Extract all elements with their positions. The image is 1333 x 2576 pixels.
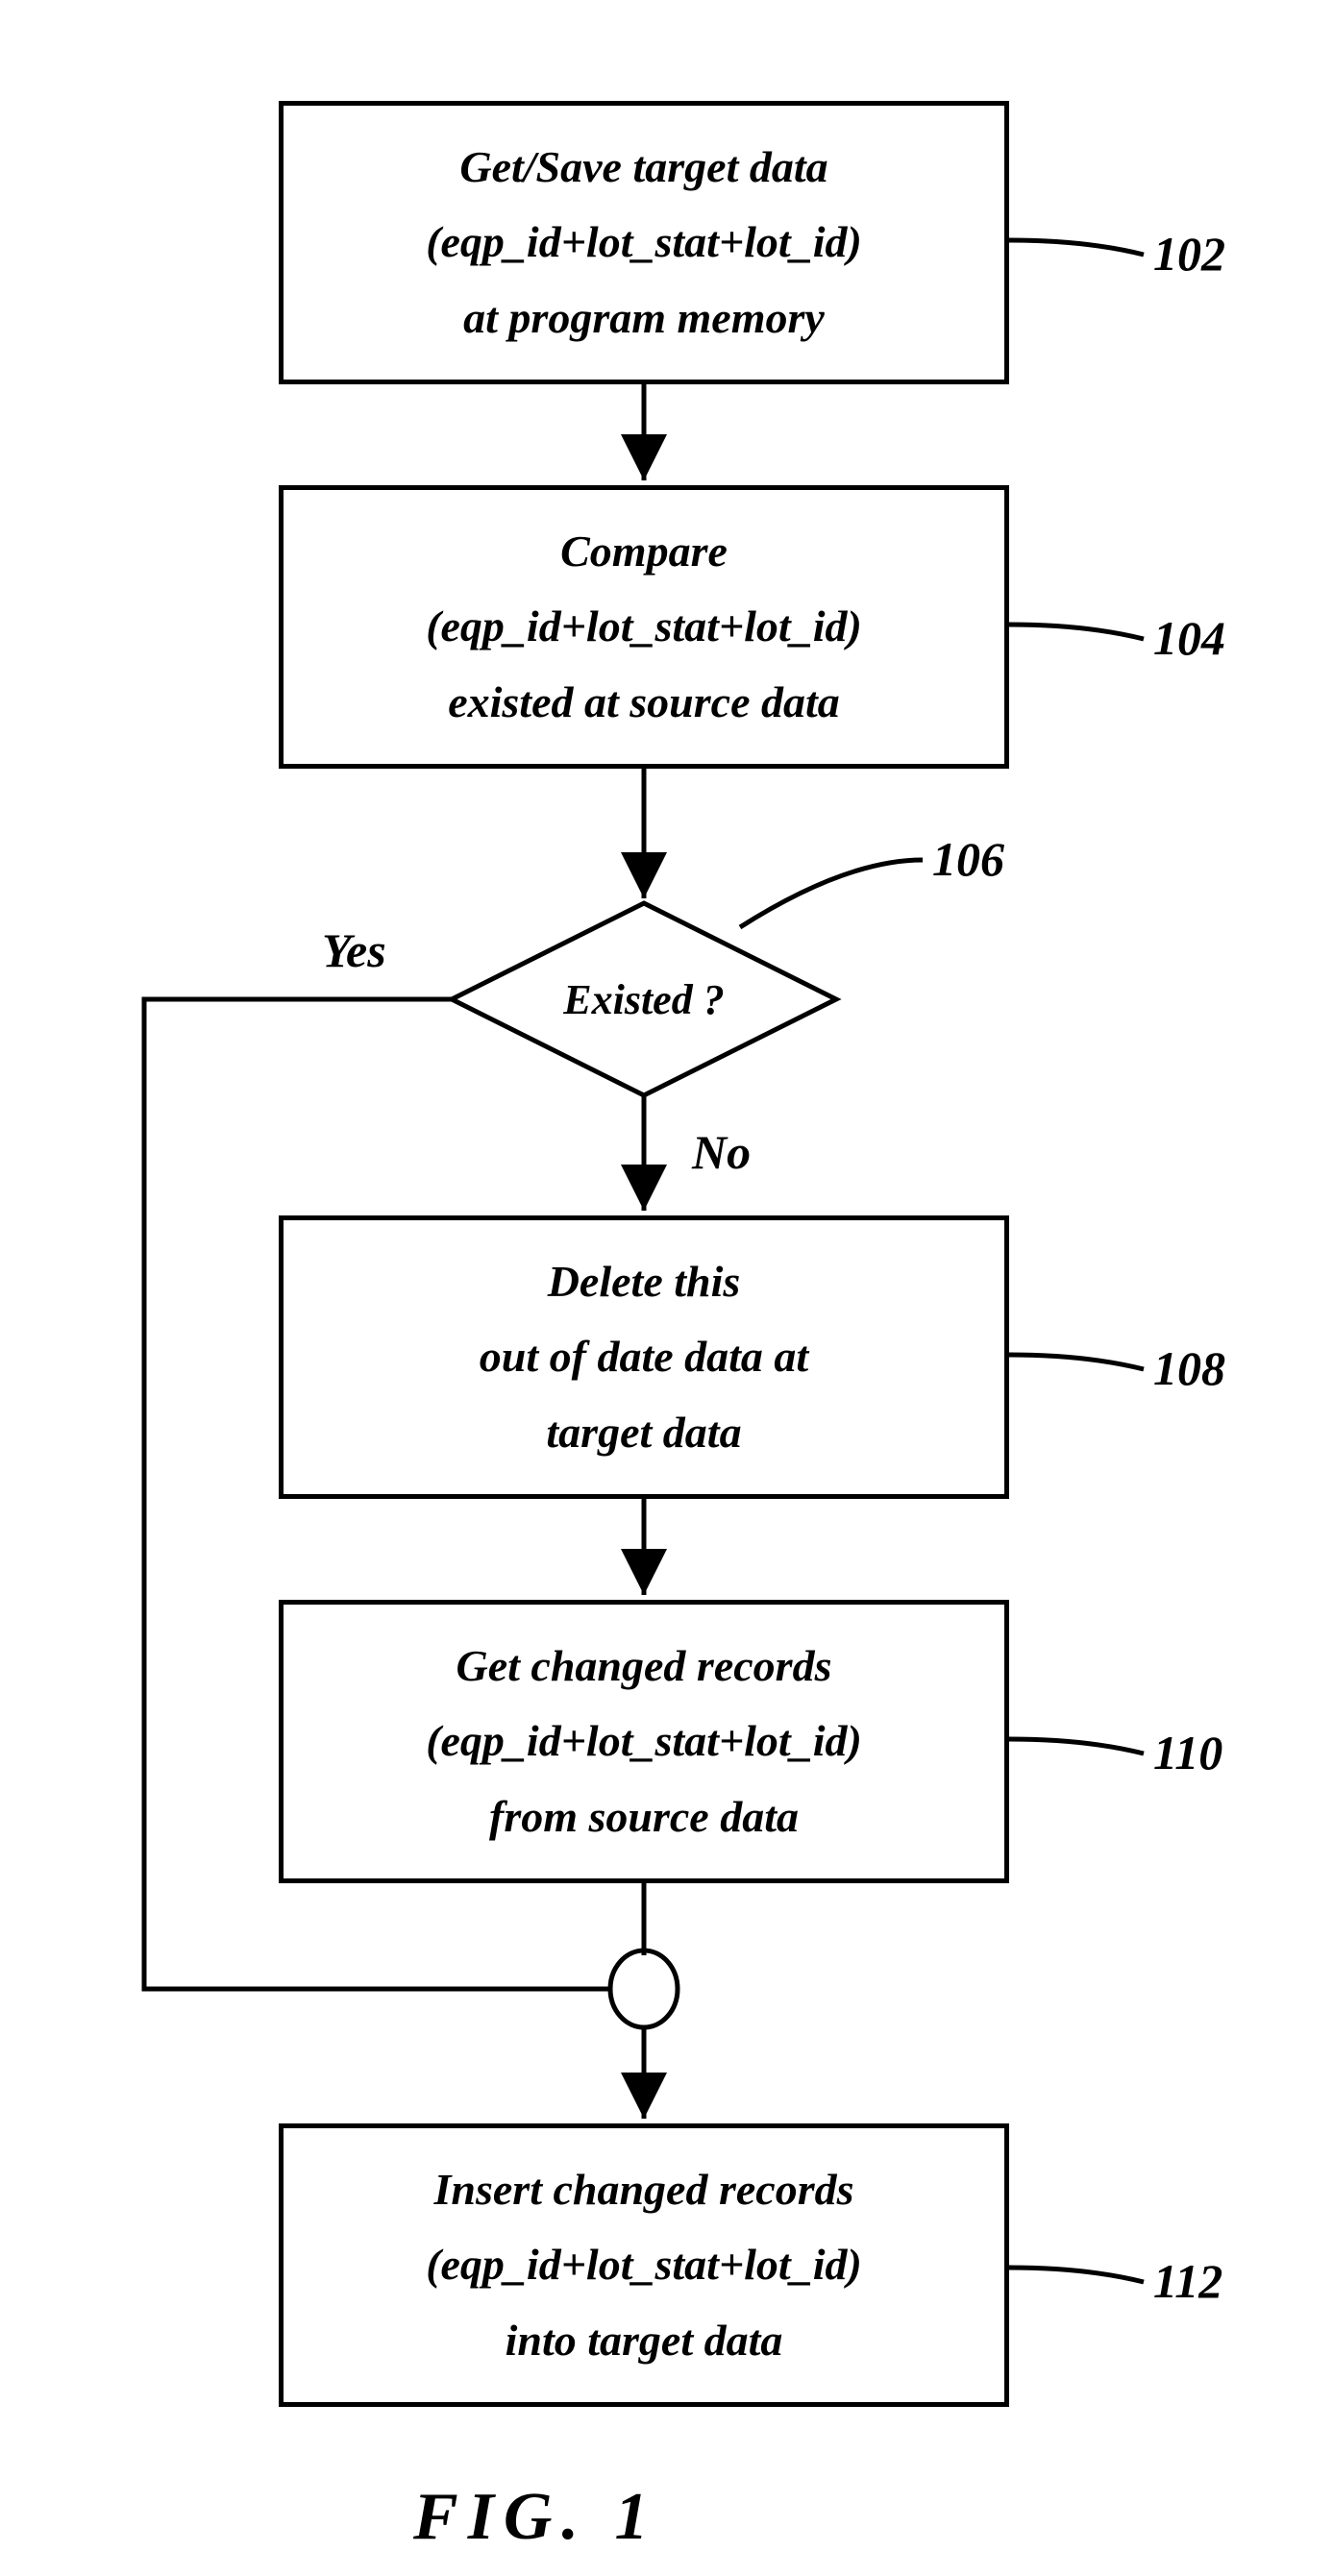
node-102-line2: (eqp_id+lot_stat+lot_id) [426,205,862,280]
node-102: Get/Save target data (eqp_id+lot_stat+lo… [279,101,1009,384]
node-110: Get changed records (eqp_id+lot_stat+lot… [279,1600,1009,1883]
leader-102 [1009,240,1144,255]
node-108-line1: Delete this [548,1244,741,1319]
leader-108 [1009,1355,1144,1369]
node-112-line2: (eqp_id+lot_stat+lot_id) [426,2227,862,2302]
flowchart-figure: Get/Save target data (eqp_id+lot_stat+lo… [0,0,1333,2576]
node-110-line3: from source data [489,1779,799,1854]
node-102-line3: at program memory [463,281,825,356]
ref-104: 104 [1153,610,1225,666]
junction-circle [610,1950,678,2027]
node-110-line1: Get changed records [457,1629,832,1704]
node-112-line1: Insert changed records [433,2152,853,2227]
edge-label-no: No [692,1124,751,1180]
node-108-line2: out of date data at [480,1319,808,1394]
node-104-line3: existed at source data [448,665,840,740]
node-104-line1: Compare [560,514,728,589]
ref-102: 102 [1153,226,1225,282]
node-108-line3: target data [546,1395,741,1470]
ref-108: 108 [1153,1340,1225,1396]
node-110-line2: (eqp_id+lot_stat+lot_id) [426,1704,862,1779]
ref-110: 110 [1153,1725,1222,1780]
node-112: Insert changed records (eqp_id+lot_stat+… [279,2123,1009,2407]
node-102-line1: Get/Save target data [459,130,827,205]
node-112-line3: into target data [506,2303,783,2378]
leader-110 [1009,1739,1144,1754]
ref-112: 112 [1153,2253,1222,2309]
node-104: Compare (eqp_id+lot_stat+lot_id) existed… [279,485,1009,769]
node-104-line2: (eqp_id+lot_stat+lot_id) [426,589,862,664]
figure-caption: FIG. 1 [413,2479,657,2556]
leader-112 [1009,2268,1144,2282]
node-106-label: Existed ? [509,975,778,1024]
node-108: Delete this out of date data at target d… [279,1215,1009,1499]
leader-104 [1009,625,1144,639]
edge-label-yes: Yes [322,922,386,978]
leader-106 [740,860,923,927]
ref-106: 106 [932,831,1004,887]
